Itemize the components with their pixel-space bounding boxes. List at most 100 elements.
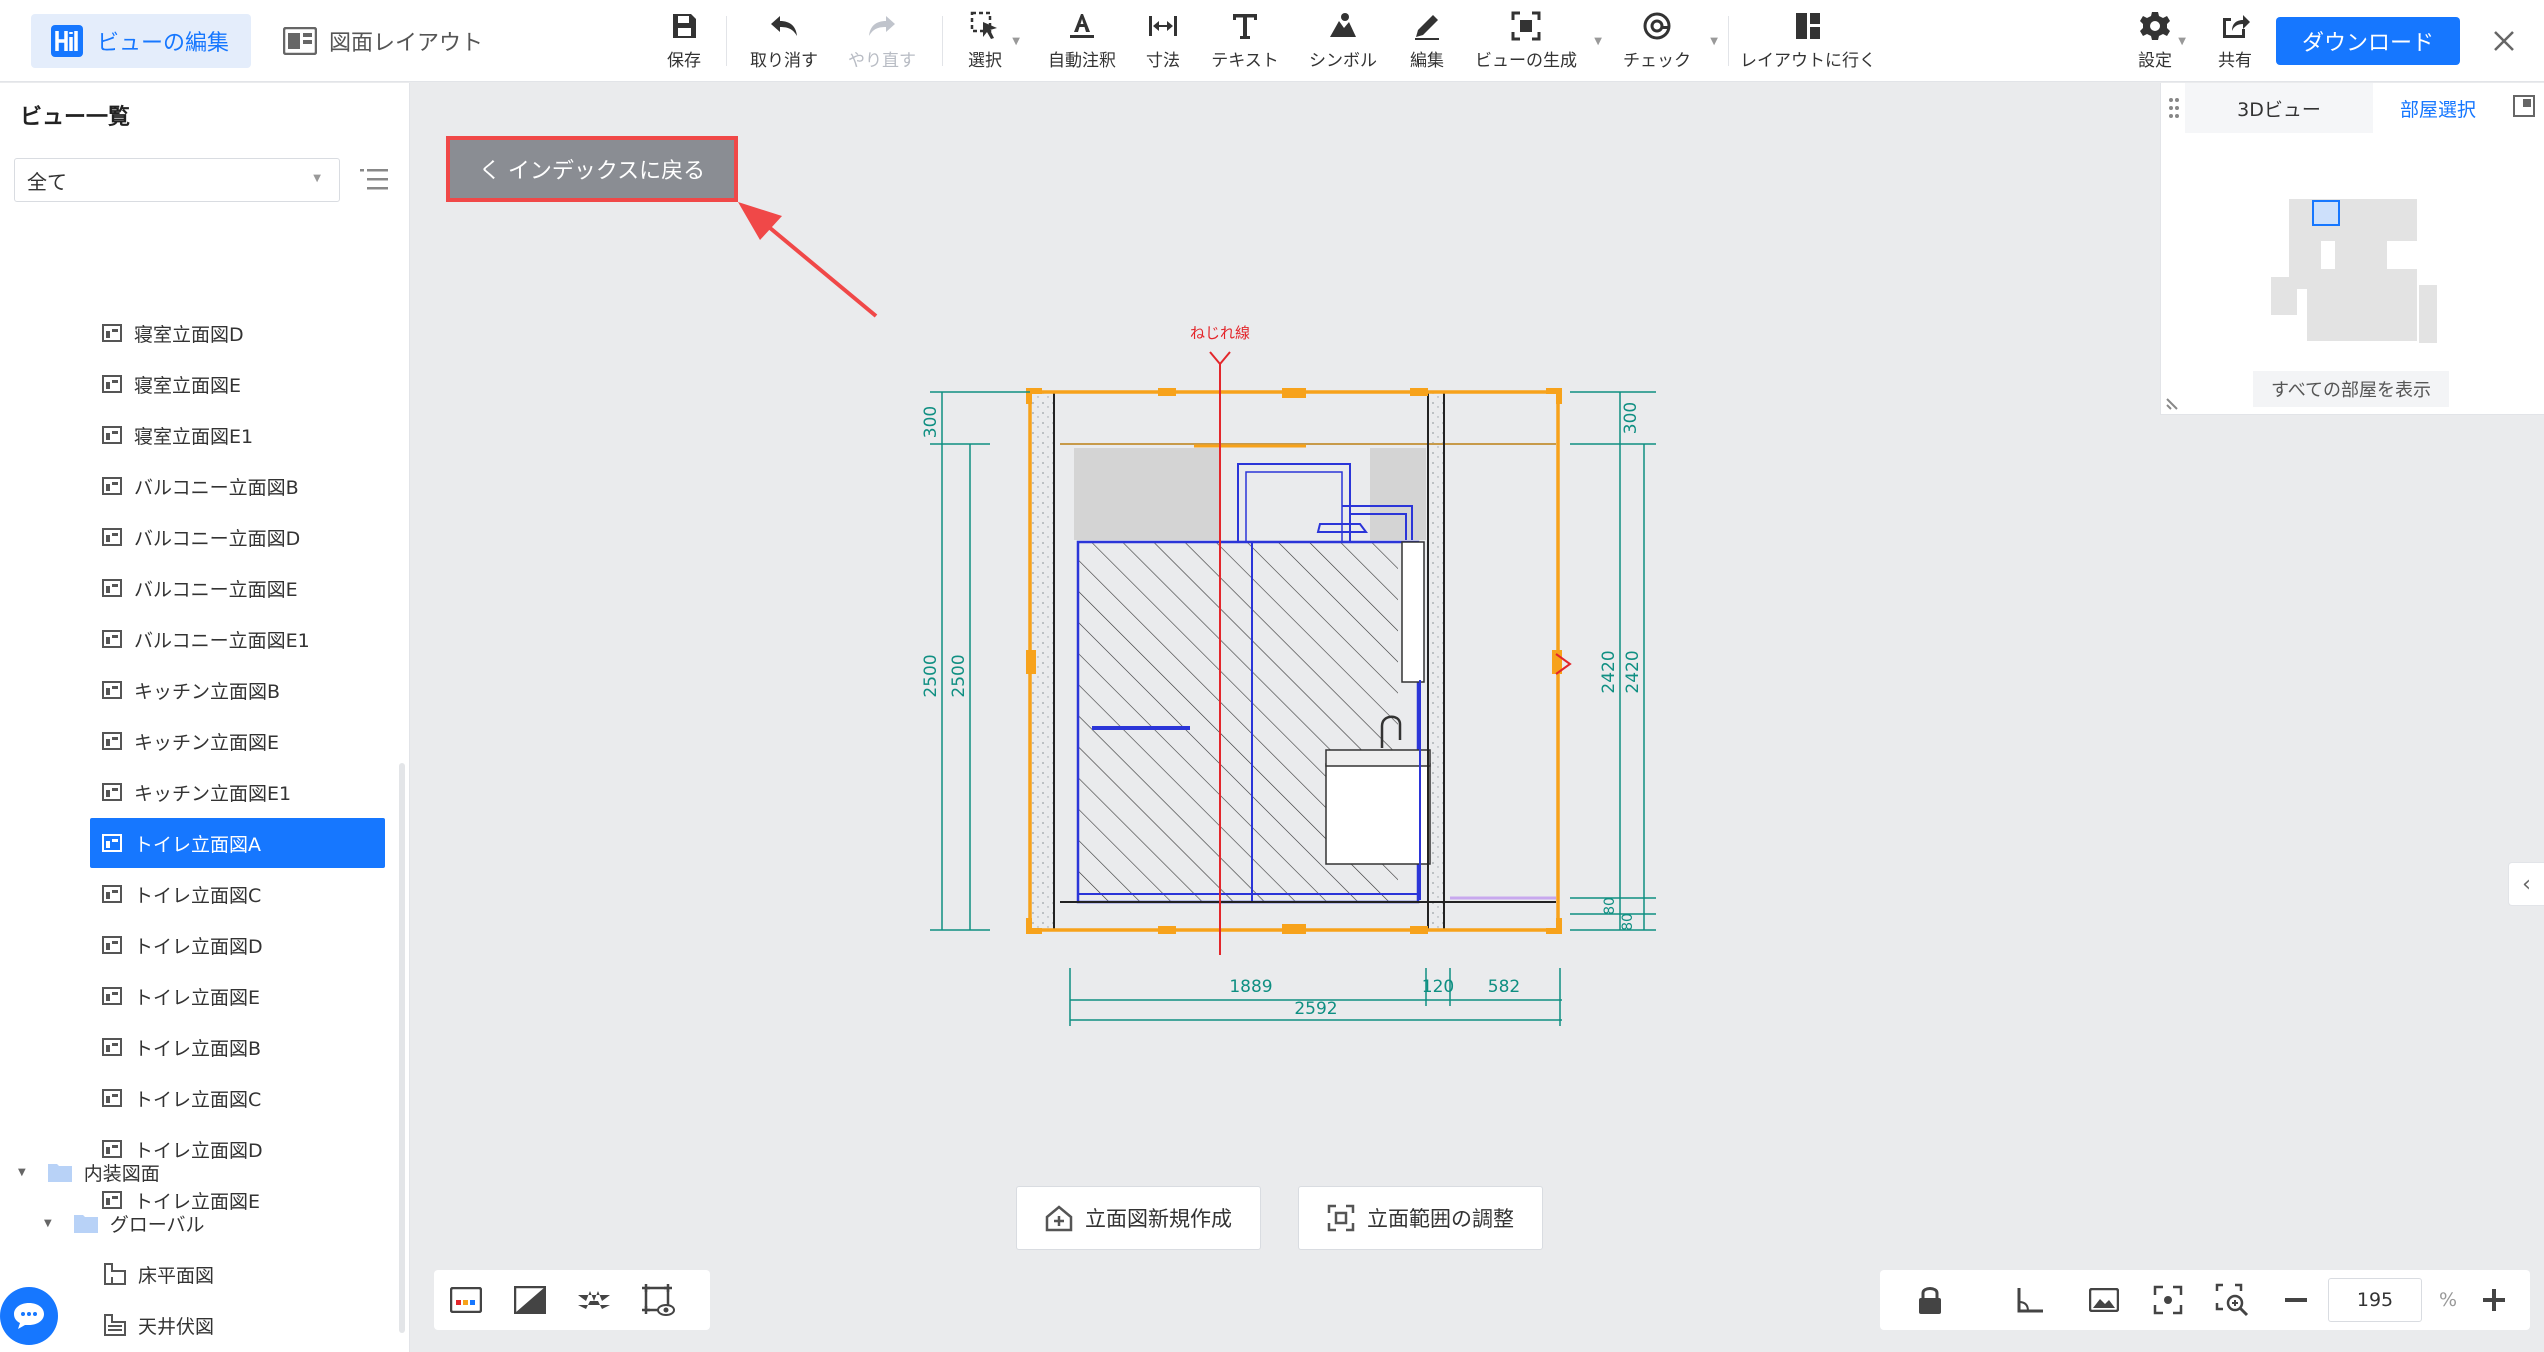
dim-right-a: 2420 <box>1599 650 1619 693</box>
view-visibility-tool[interactable] <box>626 1270 690 1330</box>
lock-button[interactable] <box>1880 1270 1980 1330</box>
select-dropdown-caret-icon[interactable]: ▼ <box>1012 36 1020 47</box>
redo-button[interactable]: やり直す <box>846 10 918 72</box>
back-to-index-button[interactable]: く インデックスに戻る <box>446 136 738 202</box>
floor-plan-icon <box>104 1263 126 1285</box>
fit-view-button[interactable] <box>2136 1270 2200 1330</box>
elevation-view-icon <box>102 885 122 903</box>
selected-room-toilet[interactable] <box>2312 200 2340 226</box>
select-tool[interactable]: 選択 ▼ <box>966 10 1020 72</box>
view-list-item[interactable]: バルコニー立面図D <box>90 512 380 562</box>
tab-drawing-layout[interactable]: 図面レイアウト <box>283 14 483 68</box>
break-line-tool[interactable] <box>562 1270 626 1330</box>
cabinet-side <box>1401 541 1425 683</box>
dim-bottom-3: 582 <box>1488 977 1520 997</box>
tab-room-select[interactable]: 部屋選択 <box>2373 83 2503 133</box>
dim-bottom-1: 1889 <box>1229 977 1272 997</box>
resize-handle-icon[interactable] <box>2165 391 2185 411</box>
settings-button[interactable]: 設定 ▼ <box>2136 10 2186 72</box>
layer-color-tool[interactable] <box>434 1270 498 1330</box>
drag-handle-icon[interactable] <box>2169 97 2179 119</box>
orthogonal-button[interactable] <box>1980 1270 2080 1330</box>
check-tool[interactable]: チェック ▼ <box>1622 10 1718 72</box>
zoom-region-button[interactable] <box>2200 1270 2264 1330</box>
view-list-item[interactable]: バルコニー立面図B <box>90 461 380 511</box>
settings-dropdown-caret-icon[interactable]: ▼ <box>2178 36 2186 47</box>
go-to-layout-button[interactable]: レイアウトに行く <box>1738 10 1878 72</box>
view-list-item[interactable]: トイレ立面図C <box>90 1073 380 1123</box>
share-button[interactable]: 共有 <box>2216 10 2254 72</box>
view-list-item-label: バルコニー立面図D <box>134 527 301 550</box>
view-list-item[interactable]: トイレ立面図A <box>90 818 385 868</box>
view-list-item[interactable]: 寝室立面図E <box>90 359 380 409</box>
list-settings-icon[interactable] <box>360 165 388 193</box>
view-list-item[interactable]: トイレ立面図C <box>90 869 380 919</box>
top-toolbar: ビューの編集 図面レイアウト 保存 取り消す やり直す 選択 ▼ 自動注釈 寸法 <box>0 0 2544 82</box>
redo-icon <box>869 16 895 36</box>
close-icon <box>2494 31 2514 51</box>
zoom-out-button[interactable] <box>2264 1270 2328 1330</box>
view-list-item[interactable]: キッチン立面図B <box>90 665 380 715</box>
view-list-item[interactable]: トイレ立面図E <box>90 971 380 1021</box>
generate-view-icon <box>1511 11 1541 41</box>
bottom-left-toolbar <box>434 1270 710 1330</box>
view-floor-plan[interactable]: 床平面図 <box>104 1249 214 1299</box>
sidebar-scrollbar[interactable] <box>399 763 405 1333</box>
view-list-item-label: 寝室立面図D <box>134 323 244 346</box>
folder-icon <box>47 1164 72 1182</box>
frame-eye-icon <box>642 1284 675 1316</box>
symbol-tool[interactable]: シンボル <box>1308 10 1378 72</box>
chevron-down-icon: ▼ <box>313 173 321 184</box>
fill-style-tool[interactable] <box>498 1270 562 1330</box>
zoom-level-input[interactable]: 195 % <box>2328 1278 2457 1322</box>
tab-edit-view[interactable]: ビューの編集 <box>31 14 251 68</box>
view-list-item[interactable]: トイレ立面図D <box>90 920 380 970</box>
view-list-item[interactable]: キッチン立面図E1 <box>90 767 380 817</box>
adjust-elevation-range-button[interactable]: 立面範囲の調整 <box>1298 1186 1543 1250</box>
range-adjust-icon <box>1327 1204 1355 1232</box>
save-icon <box>673 14 696 38</box>
layout-icon <box>283 27 317 55</box>
elevation-view-icon <box>102 987 122 1005</box>
show-all-rooms-button[interactable]: すべての部屋を表示 <box>2253 371 2449 407</box>
right-panel-toggle[interactable]: ‹ <box>2508 862 2544 906</box>
tab-3d-view[interactable]: 3Dビュー <box>2185 83 2373 133</box>
chat-icon <box>14 1303 44 1329</box>
download-button[interactable]: ダウンロード <box>2276 17 2460 65</box>
view-list-item[interactable]: バルコニー立面図E <box>90 563 380 613</box>
text-tool[interactable]: テキスト <box>1210 10 1280 72</box>
floor-plan-minimap[interactable] <box>2269 189 2437 349</box>
generate-view-dropdown-caret-icon[interactable]: ▼ <box>1594 36 1602 47</box>
minus-icon <box>2285 1298 2307 1302</box>
view-list-item-label: キッチン立面図E <box>134 731 280 754</box>
save-button[interactable]: 保存 <box>664 10 704 72</box>
dimension-tool[interactable]: 寸法 <box>1144 10 1182 72</box>
view-list-item[interactable]: 寝室立面図D <box>90 308 380 358</box>
undo-button[interactable]: 取り消す <box>748 10 820 72</box>
view-list-item[interactable]: キッチン立面図E <box>90 716 380 766</box>
view-list-item[interactable]: バルコニー立面図E1 <box>90 614 380 664</box>
elevation-drawing[interactable]: ねじれ線 300 2500 2500 300 2420 2420 80 80 1… <box>880 300 1680 1040</box>
close-button[interactable] <box>2482 17 2526 65</box>
auto-annotate-tool[interactable]: 自動注釈 <box>1046 10 1118 72</box>
elevation-view-icon <box>102 1089 122 1107</box>
export-image-button[interactable] <box>2072 1270 2136 1330</box>
folder-interior-drawings[interactable]: ▼ 内装図面 <box>18 1147 160 1197</box>
elevation-view-icon <box>102 324 122 342</box>
view-list-item[interactable]: 寝室立面図E1 <box>90 410 380 460</box>
view-list-item-label: キッチン立面図B <box>134 680 281 703</box>
view-filter-select[interactable]: 全て ▼ <box>14 158 340 202</box>
folder-global[interactable]: ▼ グローバル <box>44 1198 205 1248</box>
check-dropdown-caret-icon[interactable]: ▼ <box>1710 36 1718 47</box>
generate-view-tool[interactable]: ビューの生成 ▼ <box>1472 10 1602 72</box>
collapse-panel-icon[interactable] <box>2513 95 2535 117</box>
view-ceiling-plan[interactable]: 天井伏図 <box>104 1300 214 1350</box>
new-elevation-button[interactable]: 立面図新規作成 <box>1016 1186 1261 1250</box>
view-list-item[interactable]: トイレ立面図B <box>90 1022 380 1072</box>
dim-right-bottom-b: 80 <box>1620 913 1636 931</box>
chat-support-button[interactable] <box>0 1287 58 1345</box>
view-list-item-label: トイレ立面図A <box>134 833 261 856</box>
edit-tool[interactable]: 編集 <box>1408 10 1446 72</box>
upper-wall-panel <box>1074 448 1220 540</box>
zoom-in-button[interactable] <box>2462 1270 2526 1330</box>
